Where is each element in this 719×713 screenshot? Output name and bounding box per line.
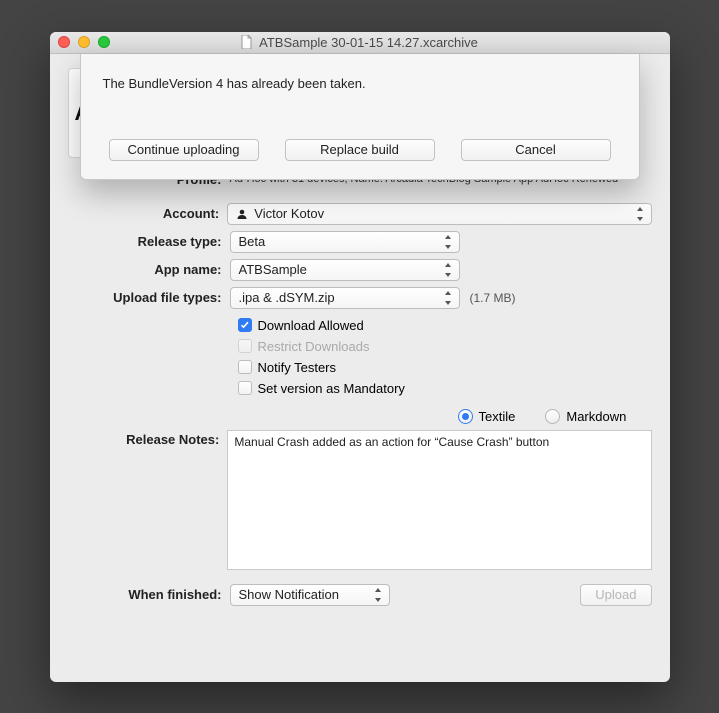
mandatory-label: Set version as Mandatory (258, 381, 405, 396)
minimize-window-button[interactable] (78, 36, 90, 48)
upload-types-label: Upload file types: (68, 290, 230, 305)
upload-types-value: .ipa & .dSYM.zip (239, 290, 335, 305)
release-notes-input[interactable] (227, 430, 651, 570)
cancel-button[interactable]: Cancel (461, 139, 611, 161)
account-value: Victor Kotov (254, 206, 324, 221)
duplicate-version-sheet: The BundleVersion 4 has already been tak… (80, 54, 640, 180)
when-finished-select[interactable]: Show Notification (230, 584, 390, 606)
zoom-window-button[interactable] (98, 36, 110, 48)
person-icon (236, 208, 248, 220)
release-type-label: Release type: (68, 234, 230, 249)
when-finished-label: When finished: (68, 587, 230, 602)
release-type-select[interactable]: Beta (230, 231, 460, 253)
markdown-radio-label: Markdown (566, 409, 626, 424)
restrict-downloads-checkbox (238, 339, 252, 353)
download-allowed-checkbox[interactable] (238, 318, 252, 332)
window-title: ATBSample 30-01-15 14.27.xcarchive (259, 35, 478, 50)
account-select[interactable]: Victor Kotov (227, 203, 651, 225)
window-controls (58, 36, 110, 48)
release-type-value: Beta (239, 234, 266, 249)
close-window-button[interactable] (58, 36, 70, 48)
app-name-select[interactable]: ATBSample (230, 259, 460, 281)
notify-testers-label: Notify Testers (258, 360, 337, 375)
replace-build-button[interactable]: Replace build (285, 139, 435, 161)
upload-size: (1.7 MB) (470, 291, 516, 305)
continue-uploading-button[interactable]: Continue uploading (109, 139, 259, 161)
upload-types-select[interactable]: .ipa & .dSYM.zip (230, 287, 460, 309)
upload-button[interactable]: Upload (580, 584, 651, 606)
app-name-label: App name: (68, 262, 230, 277)
markdown-radio[interactable] (545, 409, 560, 424)
sheet-message: The BundleVersion 4 has already been tak… (103, 76, 617, 91)
download-allowed-label: Download Allowed (258, 318, 364, 333)
document-icon (241, 35, 253, 49)
checkbox-group: Download Allowed Restrict Downloads Noti… (238, 315, 652, 399)
app-name-value: ATBSample (239, 262, 307, 277)
when-finished-value: Show Notification (239, 587, 339, 602)
notify-testers-checkbox[interactable] (238, 360, 252, 374)
titlebar: ATBSample 30-01-15 14.27.xcarchive (50, 32, 670, 54)
release-notes-label: Release Notes: (68, 430, 228, 447)
textile-radio[interactable] (458, 409, 473, 424)
main-window: ATBSample 30-01-15 14.27.xcarchive arco … (50, 32, 670, 682)
textile-radio-label: Textile (479, 409, 516, 424)
notes-format-radios: Textile Markdown (458, 409, 652, 424)
mandatory-checkbox[interactable] (238, 381, 252, 395)
account-label: Account: (68, 206, 228, 221)
restrict-downloads-label: Restrict Downloads (258, 339, 370, 354)
